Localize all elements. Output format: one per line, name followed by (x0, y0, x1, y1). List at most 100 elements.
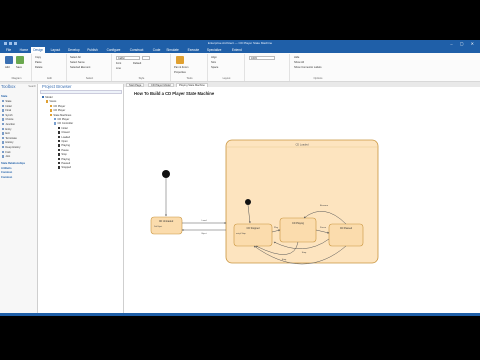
toolbox-item-initial[interactable]: Initial (2, 104, 12, 108)
initial-state-outer[interactable] (162, 170, 170, 178)
toolbox-search[interactable]: Search (28, 85, 36, 88)
ribbon-group-label: Layout (222, 77, 231, 80)
browser-tree-item[interactable]: Playing (58, 144, 70, 147)
menu-item-execute[interactable]: Execute (186, 48, 202, 52)
toolbox-item-label: State (5, 100, 12, 104)
toolbox-item-synch[interactable]: Synch (2, 113, 13, 117)
menu-item-layout[interactable]: Layout (49, 48, 63, 52)
browser-tree-item[interactable]: Views (46, 100, 56, 103)
toolbox-item-deep-history[interactable]: Deep History (2, 146, 20, 149)
browser-tree-item[interactable]: CD Player (50, 104, 65, 108)
menu-item-file[interactable]: File (4, 48, 13, 52)
toolbox-item-exit[interactable]: Exit (2, 132, 10, 135)
toolbox-section[interactable]: Artifacts (1, 167, 12, 170)
tree-node-label: Model (45, 96, 53, 100)
font-size-select[interactable] (142, 56, 150, 60)
selected-element-button[interactable]: Selected Element (70, 66, 90, 69)
browser-tree-item[interactable]: Stop (58, 153, 67, 156)
toolbox-item-choice[interactable]: Choice (2, 118, 13, 121)
browser-tree-item[interactable]: Open (58, 140, 68, 143)
toolbox-item-label: Synch (5, 113, 13, 117)
toolbox-item-label: Final (5, 109, 12, 113)
paste-button[interactable]: Paste (35, 61, 42, 64)
toolbox-item-label: Terminate (5, 136, 17, 140)
toolbox-item-terminate[interactable]: Terminate (2, 136, 17, 140)
add-label[interactable]: Add (5, 66, 10, 69)
save-diagram-icon[interactable] (16, 56, 24, 64)
browser-tree-item[interactable]: Stopped (58, 166, 71, 169)
tree-node-label: Open (61, 140, 68, 144)
window-controls[interactable]: – ▢ ✕ (450, 41, 477, 46)
menu-item-extend[interactable]: Extend (230, 48, 244, 52)
browser-tree-item[interactable]: Playing (58, 157, 70, 161)
diagram-canvas[interactable]: How To Build a CD Player State Machine C… (124, 87, 480, 316)
menu-item-code[interactable]: Code (151, 48, 163, 52)
toolbox-item-entry[interactable]: Entry (2, 127, 12, 131)
ribbon: Add Save Diagram Copy Paste Delete Edit … (0, 53, 480, 82)
toolbox-item-fork[interactable]: Fork (2, 150, 11, 154)
menu-item-home[interactable]: Home (18, 48, 31, 52)
browser-tree-item[interactable]: Pause (58, 148, 69, 152)
font-select[interactable]: Calibri (116, 56, 140, 60)
state-diagram: CD Loaded CD Unloaded Do/ Eject CD Stopp… (150, 139, 379, 265)
show-all-button[interactable]: Show All (294, 61, 304, 64)
browser-tree-item[interactable]: CD Controller (54, 122, 73, 125)
browser-tree-item[interactable]: CD Player (54, 118, 69, 121)
tree-node-label: Initial (61, 126, 68, 130)
add-diagram-icon[interactable] (5, 56, 13, 64)
font-button[interactable]: Font (116, 62, 121, 65)
delete-button[interactable]: Delete (35, 66, 43, 69)
menu-item-construct[interactable]: Construct (128, 48, 146, 52)
toolbox-item-history[interactable]: History (2, 141, 13, 144)
initial-state-inner[interactable] (245, 199, 251, 205)
browser-tree-item[interactable]: Loaded (58, 135, 70, 139)
menu-item-develop[interactable]: Develop (66, 48, 82, 52)
toolbox-item-label: Entry (5, 127, 12, 131)
menu-item-configure[interactable]: Configure (105, 48, 123, 52)
copy-button[interactable]: Copy (35, 56, 41, 59)
toolbox-item-junction[interactable]: Junction (2, 123, 15, 126)
title-bar: Enterprise Architect — CD Player State M… (0, 40, 480, 47)
toolbox-section[interactable]: State Relationships (1, 162, 25, 165)
toolbox-item-join[interactable]: Join (2, 155, 10, 158)
show-connector-labels-button[interactable]: Show Connector Labels (294, 66, 322, 69)
toolbox-section-state[interactable]: State (1, 95, 7, 98)
toolbox-item-label: Initial (5, 104, 12, 108)
select-all-button[interactable]: Select All (70, 56, 81, 59)
cd-unloaded-activity: Do/ Eject (154, 225, 163, 228)
browser-tree-item[interactable]: CD Player (50, 109, 65, 112)
browser-tree-item[interactable]: Paused (58, 162, 70, 165)
toolbox-title: Toolbox (1, 84, 16, 89)
size-button[interactable]: Size (211, 61, 216, 64)
menu-item-publish[interactable]: Publish (85, 48, 99, 52)
toolbox-item-state[interactable]: State (2, 100, 11, 103)
properties-button[interactable]: Properties (174, 71, 186, 74)
browser-path-bar[interactable] (40, 90, 122, 94)
toolbox-section[interactable]: Common (1, 171, 12, 174)
toolbox-item-label: History (5, 141, 14, 145)
menu-item-specialize[interactable]: Specialize (205, 48, 224, 52)
save-label[interactable]: Save (16, 66, 22, 69)
space-button[interactable]: Space (211, 66, 218, 69)
browser-tree-item[interactable]: Closed (58, 131, 69, 134)
browser-title: Project Browser (42, 84, 72, 89)
browser-tree-item[interactable]: State Machines (50, 113, 71, 117)
select-same-button[interactable]: Select Same (70, 61, 85, 64)
line-style-button[interactable]: Line (116, 67, 121, 70)
pan-zoom-button[interactable]: Pan & Zoom (174, 66, 188, 69)
pan-zoom-icon[interactable] (176, 56, 184, 64)
browser-tree-item[interactable]: Initial (58, 126, 68, 130)
toolbox-item-label: Choice (5, 118, 14, 122)
tree-node-label: Playing (61, 157, 70, 161)
ribbon-group-layout: Align Size Space Layout (209, 54, 245, 81)
browser-tree-item[interactable]: Model (42, 96, 52, 99)
zoom-field[interactable]: 100% (249, 56, 275, 60)
tree-node-label: Stop (61, 153, 67, 157)
hide-button[interactable]: Hide (294, 56, 299, 59)
toolbox-item-final[interactable]: Final (2, 109, 11, 112)
application-window: Enterprise Architect — CD Player State M… (0, 40, 480, 316)
toolbox-section[interactable]: Common (1, 176, 12, 179)
default-style-button[interactable]: Default (133, 62, 141, 65)
align-button[interactable]: Align (211, 56, 217, 59)
menu-item-simulate[interactable]: Simulate (164, 48, 180, 52)
